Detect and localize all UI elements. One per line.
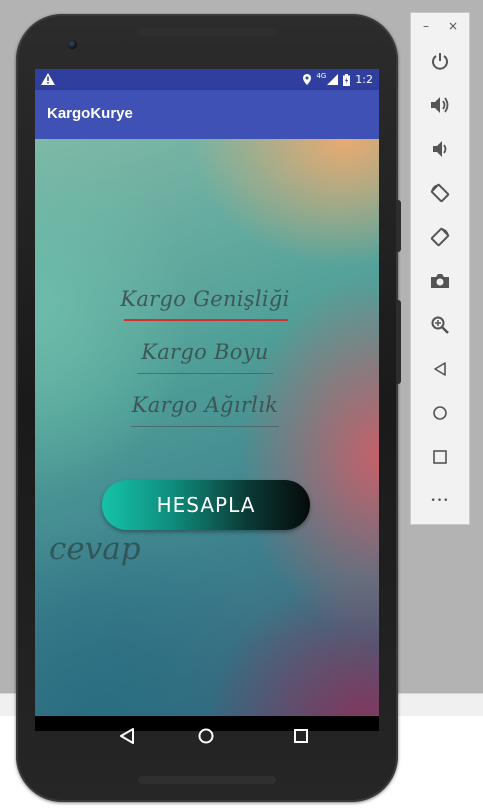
back-icon[interactable] xyxy=(428,357,452,381)
back-icon[interactable] xyxy=(117,726,137,746)
more-icon[interactable]: ••• xyxy=(428,489,452,513)
volume-down-icon[interactable] xyxy=(428,137,452,161)
status-icons: 4G 1:2 xyxy=(303,72,373,87)
zoom-icon[interactable] xyxy=(428,313,452,337)
app-title: KargoKurye xyxy=(47,105,133,122)
rotate-left-icon[interactable] xyxy=(428,181,452,205)
network-type: 4G xyxy=(316,71,327,80)
close-button[interactable]: × xyxy=(448,19,458,33)
status-bar: 4G 1:2 xyxy=(35,69,379,90)
minimize-button[interactable]: – xyxy=(423,19,429,33)
battery-icon xyxy=(343,73,351,86)
calculate-button[interactable]: HESAPLA xyxy=(102,480,310,530)
phone-frame: 4G 1:2 KargoKurye Kargo Genişliği Kargo … xyxy=(16,14,398,802)
weight-input[interactable]: Kargo Ağırlık xyxy=(115,393,295,417)
volume-key xyxy=(396,300,401,384)
length-input-underline xyxy=(137,373,273,374)
signal-icon xyxy=(327,74,339,85)
power-key xyxy=(396,200,401,252)
emulator-toolbar: – × ••• xyxy=(410,12,470,525)
weight-input-underline xyxy=(131,426,279,427)
overview-icon[interactable] xyxy=(428,445,452,469)
power-icon[interactable] xyxy=(428,49,452,73)
width-input[interactable]: Kargo Genişliği xyxy=(105,287,305,311)
width-input-underline xyxy=(124,319,288,321)
status-time: 1:2 xyxy=(355,73,373,86)
home-icon[interactable] xyxy=(196,726,216,746)
app-bar: KargoKurye xyxy=(35,90,379,139)
main-content: Kargo Genişliği Kargo Boyu Kargo Ağırlık… xyxy=(35,139,379,716)
warning-icon xyxy=(41,73,55,85)
camera-icon[interactable] xyxy=(428,269,452,293)
location-icon xyxy=(303,74,312,85)
rotate-right-icon[interactable] xyxy=(428,225,452,249)
front-camera xyxy=(68,40,77,49)
bottom-speaker xyxy=(138,776,276,784)
home-icon[interactable] xyxy=(428,401,452,425)
length-input[interactable]: Kargo Boyu xyxy=(115,340,295,364)
navigation-bar xyxy=(35,717,379,757)
top-speaker xyxy=(138,28,276,36)
result-label: cevap xyxy=(49,531,141,567)
phone-screen: 4G 1:2 KargoKurye Kargo Genişliği Kargo … xyxy=(35,69,379,731)
recents-icon[interactable] xyxy=(291,726,311,746)
toolbar-window-controls: – × xyxy=(411,19,469,35)
volume-up-icon[interactable] xyxy=(428,93,452,117)
